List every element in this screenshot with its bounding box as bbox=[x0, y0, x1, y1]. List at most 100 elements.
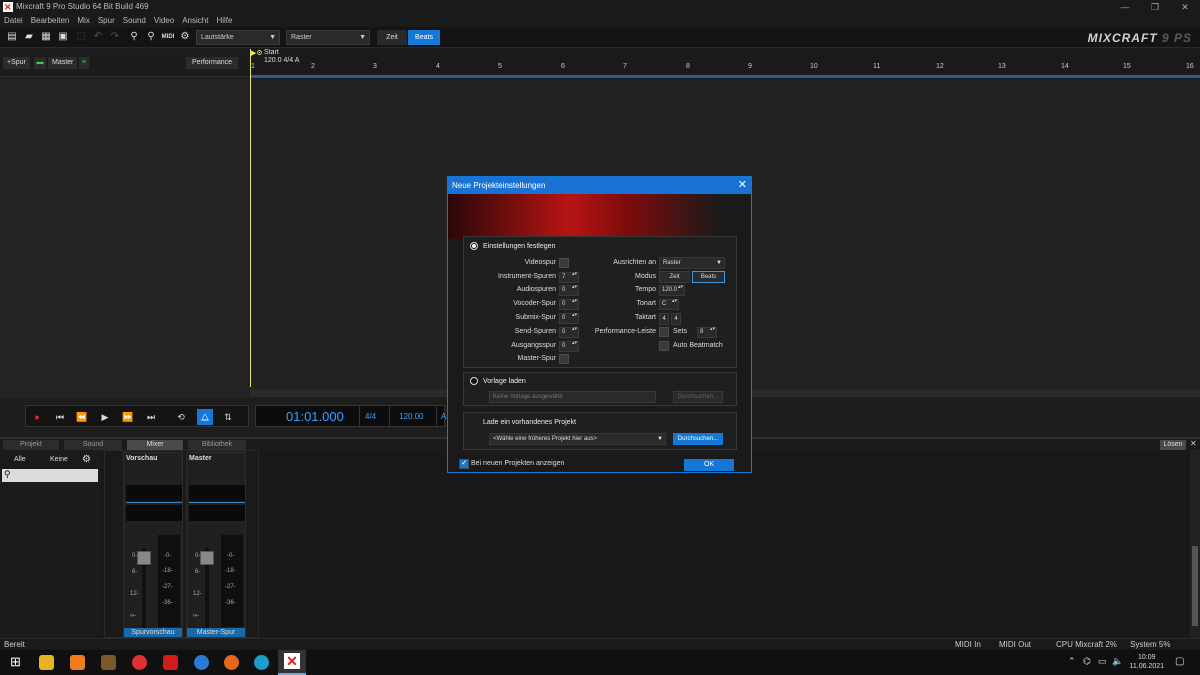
menu-mix[interactable]: Mix bbox=[77, 14, 89, 27]
vlc-icon[interactable] bbox=[70, 655, 85, 670]
mixer-settings-gear-icon[interactable]: ⚙ bbox=[82, 454, 91, 465]
settings-gear-icon[interactable]: ⚙ bbox=[179, 31, 191, 43]
skip-start-icon[interactable]: ⏮ bbox=[52, 409, 68, 425]
menu-sound[interactable]: Sound bbox=[123, 14, 146, 27]
master-settings-icon[interactable]: ≡ bbox=[79, 57, 89, 69]
edge-icon[interactable] bbox=[254, 655, 269, 670]
minimize-icon[interactable]: — bbox=[1110, 0, 1140, 14]
file-explorer-icon[interactable] bbox=[39, 655, 54, 670]
close-icon[interactable]: ✕ bbox=[1170, 0, 1200, 14]
fast-forward-icon[interactable]: ⏩ bbox=[120, 409, 136, 425]
taskbar-clock[interactable]: 10:09 11.06.2021 bbox=[1129, 653, 1164, 671]
timesig-denominator[interactable]: 4 bbox=[671, 313, 681, 325]
rewind-icon[interactable]: ⏪ bbox=[74, 409, 90, 425]
volume-combo[interactable]: Lautstärke ▼ bbox=[196, 30, 280, 45]
template-input[interactable]: Keine Vorlage ausgewählt bbox=[489, 391, 656, 403]
audio-tracks-stepper[interactable]: 0 bbox=[559, 285, 579, 296]
timesig-numerator[interactable]: 4 bbox=[659, 313, 669, 325]
settings-radio[interactable] bbox=[470, 242, 478, 250]
browse-template-button[interactable]: Durchsuchen... bbox=[673, 391, 723, 403]
master-track-checkbox[interactable] bbox=[559, 354, 569, 364]
loop-region-strip[interactable] bbox=[250, 75, 1200, 78]
time-signature-readout[interactable]: 4/4 bbox=[365, 412, 376, 421]
tempo-stepper[interactable]: 120.0 bbox=[659, 285, 685, 296]
key-stepper[interactable]: C bbox=[659, 299, 679, 310]
tab-bibliothek[interactable]: Bibliothek bbox=[188, 440, 246, 450]
notification-icon[interactable]: ▢ bbox=[1175, 656, 1184, 667]
undo-icon[interactable]: ↶ bbox=[92, 31, 104, 43]
punch-icon[interactable]: ⇅ bbox=[220, 409, 236, 425]
tempo-readout[interactable]: 120.00 bbox=[399, 412, 423, 421]
show-on-new-projects-checkbox[interactable] bbox=[459, 458, 469, 469]
crop-icon[interactable]: ⬚ bbox=[75, 31, 87, 43]
zoom-in-icon[interactable]: ⚲ bbox=[128, 31, 140, 43]
strip-label[interactable]: Master-Spur bbox=[187, 628, 245, 637]
strip-label[interactable]: Spurvorschau bbox=[124, 628, 182, 637]
auto-beatmatch-checkbox[interactable] bbox=[659, 341, 669, 351]
pan-line[interactable] bbox=[126, 502, 182, 503]
key-readout[interactable]: A bbox=[441, 412, 446, 421]
select-none-button[interactable]: Keine bbox=[50, 456, 68, 463]
record-icon[interactable]: ● bbox=[29, 409, 45, 425]
select-all-button[interactable]: Alle bbox=[14, 456, 26, 463]
menu-spur[interactable]: Spur bbox=[98, 14, 115, 27]
close-panel-icon[interactable]: ✕ bbox=[1190, 439, 1197, 448]
track-list[interactable] bbox=[0, 78, 250, 398]
open-folder-icon[interactable]: ▰ bbox=[23, 31, 35, 43]
videospur-checkbox[interactable] bbox=[559, 258, 569, 268]
ok-button[interactable]: OK bbox=[684, 459, 734, 471]
vocoder-track-stepper[interactable]: 0 bbox=[559, 299, 579, 310]
performance-bar-checkbox[interactable] bbox=[659, 327, 669, 337]
tray-chevron-up-icon[interactable]: ⌃ bbox=[1068, 656, 1076, 667]
mixcraft-taskbar-button[interactable]: ✕ bbox=[278, 650, 306, 675]
add-track-dropdown-icon[interactable]: ▬ bbox=[34, 57, 46, 69]
menu-bearbeiten[interactable]: Bearbeiten bbox=[31, 14, 70, 27]
skip-end-icon[interactable]: ⏭ bbox=[143, 409, 159, 425]
scrollbar-thumb[interactable] bbox=[1192, 546, 1198, 626]
instrument-tracks-stepper[interactable]: 7 bbox=[559, 272, 579, 283]
restore-icon[interactable]: ❐ bbox=[1140, 0, 1170, 14]
master-button[interactable]: Master bbox=[48, 57, 78, 69]
windows-start-icon[interactable]: ⊞ bbox=[10, 654, 21, 670]
playhead[interactable] bbox=[250, 49, 251, 387]
display-icon[interactable]: ▭ bbox=[1098, 656, 1107, 667]
mode-beats-button[interactable]: Beats bbox=[692, 271, 725, 283]
add-track-button[interactable]: +Spur bbox=[3, 57, 30, 69]
mixer-search-input[interactable]: ⚲ bbox=[2, 469, 98, 482]
submix-track-stepper[interactable]: 0 bbox=[559, 313, 579, 324]
tab-sound[interactable]: Sound bbox=[64, 440, 122, 450]
browse-project-button[interactable]: Durchsuchen... bbox=[673, 433, 723, 445]
menu-datei[interactable]: Datei bbox=[4, 14, 23, 27]
beats-toggle[interactable]: Beats bbox=[408, 30, 440, 45]
network-icon[interactable]: ⌬ bbox=[1083, 656, 1091, 667]
undock-button[interactable]: Lösen bbox=[1160, 440, 1186, 450]
acrobat-icon[interactable] bbox=[163, 655, 178, 670]
tab-projekt[interactable]: Projekt bbox=[3, 440, 59, 450]
grid-combo[interactable]: Raster ▼ bbox=[286, 30, 370, 45]
firefox-icon[interactable] bbox=[224, 655, 239, 670]
tab-mixer[interactable]: Mixer bbox=[127, 440, 183, 450]
pan-line[interactable] bbox=[189, 502, 245, 503]
app-icon[interactable] bbox=[132, 655, 147, 670]
menu-ansicht[interactable]: Ansicht bbox=[182, 14, 208, 27]
app-icon[interactable] bbox=[194, 655, 209, 670]
save-icon[interactable]: ▣ bbox=[57, 31, 69, 43]
performance-button[interactable]: Performance bbox=[186, 57, 238, 69]
open-recent-icon[interactable]: ▦ bbox=[40, 31, 52, 43]
zoom-out-icon[interactable]: ⚲ bbox=[145, 31, 157, 43]
mode-time-button[interactable]: Zeit bbox=[659, 271, 690, 283]
volume-fader-handle[interactable] bbox=[137, 551, 151, 565]
vertical-scrollbar[interactable] bbox=[1190, 450, 1200, 640]
template-radio[interactable] bbox=[470, 377, 478, 385]
time-toggle[interactable]: Zeit bbox=[377, 30, 407, 45]
metronome-icon[interactable]: ⧋ bbox=[197, 409, 213, 425]
new-file-icon[interactable]: ▤ bbox=[6, 31, 18, 43]
volume-icon[interactable]: 🔈 bbox=[1112, 656, 1123, 667]
menu-video[interactable]: Video bbox=[154, 14, 174, 27]
play-icon[interactable]: ▶ bbox=[97, 409, 113, 425]
midi-button[interactable]: MIDI bbox=[160, 31, 176, 43]
output-track-stepper[interactable]: 0 bbox=[559, 341, 579, 352]
start-marker-icon[interactable]: ▶⚙ bbox=[251, 49, 263, 57]
existing-project-select[interactable]: <Wähle eine früheres Projekt hier aus> ▼ bbox=[489, 433, 666, 445]
loop-icon[interactable]: ⟲ bbox=[173, 409, 189, 425]
